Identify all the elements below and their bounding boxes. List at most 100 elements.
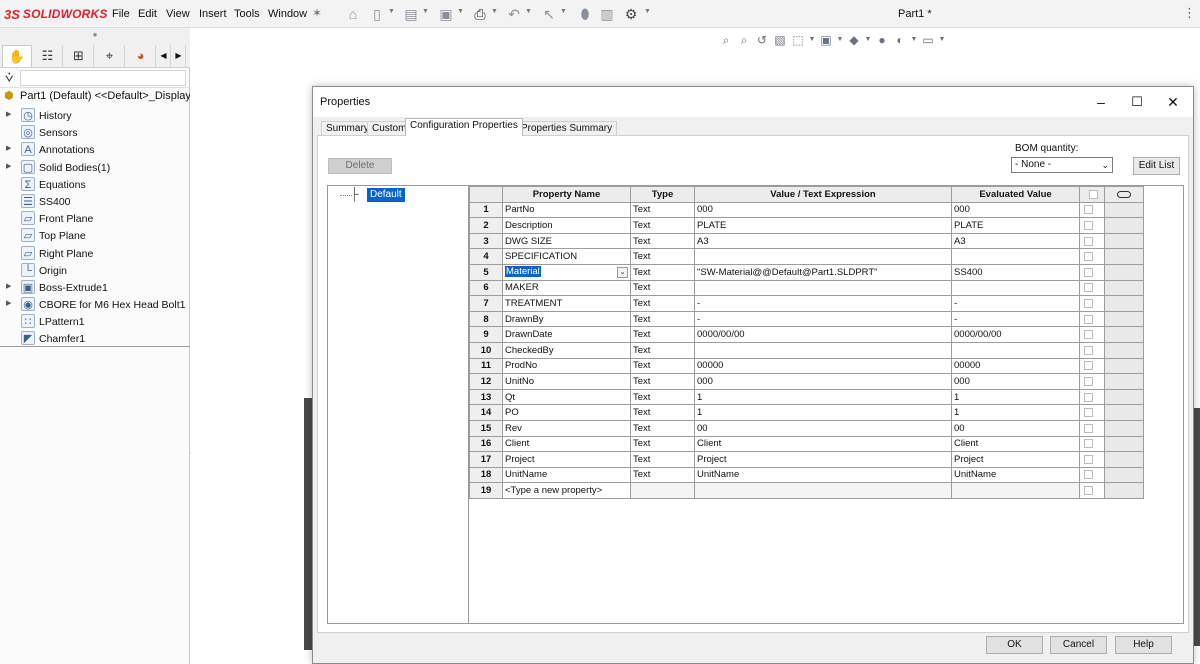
property-name-cell[interactable]: CheckedBy — [502, 341, 631, 359]
edit-appearance-icon[interactable]: ◐ — [892, 32, 908, 48]
expand-arrow-icon[interactable]: ▶ — [6, 144, 11, 152]
tab-configuration-properties[interactable]: Configuration Properties — [405, 118, 523, 136]
row-number[interactable]: 9 — [469, 326, 503, 343]
section-view-icon[interactable]: ▧ — [772, 32, 788, 48]
ok-button[interactable]: OK — [986, 636, 1043, 654]
table-row[interactable]: 11 ProdNo Text 00000 00000 — [469, 357, 1144, 375]
options-icon[interactable]: ⚙ — [622, 5, 640, 23]
checkbox-cell[interactable] — [1079, 217, 1105, 234]
tab-summary[interactable]: Summary — [321, 121, 374, 136]
type-cell[interactable]: Text — [630, 248, 695, 265]
chevron-down-icon[interactable]: ▼ — [644, 8, 651, 15]
minimize-icon[interactable]: – — [1084, 91, 1118, 113]
property-name-cell[interactable]: Description — [502, 217, 631, 234]
type-cell[interactable]: Text — [630, 451, 695, 468]
table-row[interactable]: 10 CheckedBy Text — [469, 341, 1144, 359]
type-cell[interactable]: Text — [630, 279, 695, 297]
select-all-checkbox[interactable] — [1088, 189, 1098, 199]
filter-icon[interactable]: ⩒ — [5, 69, 14, 86]
type-cell[interactable]: Text — [630, 404, 695, 421]
type-cell[interactable]: Text — [630, 419, 695, 437]
table-row[interactable]: 7 TREATMENT Text - - — [469, 295, 1144, 312]
menu-file[interactable]: File — [112, 8, 130, 20]
solidworks-logo[interactable]: 3S SOLIDWORKS — [4, 6, 108, 22]
tree-item[interactable]: ▱ Right Plane — [0, 245, 190, 262]
property-name-cell[interactable]: PartNo — [502, 201, 631, 219]
chevron-down-icon[interactable]: ▼ — [910, 32, 918, 48]
tree-item[interactable]: ◎ Sensors — [0, 124, 190, 141]
row-number[interactable]: 15 — [469, 419, 503, 437]
value-cell[interactable]: UnitName — [694, 466, 952, 484]
property-name-cell[interactable]: DrawnDate — [502, 326, 631, 343]
expand-arrow-icon[interactable]: ▶ — [6, 162, 11, 170]
configuration-manager-tab-icon[interactable]: ⊞ — [64, 45, 94, 67]
property-name-cell[interactable]: UnitNo — [502, 373, 631, 390]
table-row[interactable]: 17 Project Text Project Project — [469, 451, 1144, 468]
checkbox-cell[interactable] — [1079, 279, 1105, 297]
row-number[interactable]: 8 — [469, 310, 503, 328]
delete-button[interactable]: Delete — [328, 158, 392, 174]
property-name-cell[interactable]: DrawnBy — [502, 310, 631, 328]
table-row[interactable]: 6 MAKER Text — [469, 279, 1144, 297]
column-header-checkbox[interactable] — [1079, 186, 1105, 203]
type-cell[interactable]: Text — [630, 310, 695, 328]
row-checkbox[interactable] — [1084, 454, 1093, 464]
expand-arrow-icon[interactable]: ▶ — [6, 282, 11, 290]
zoom-to-fit-icon[interactable]: ⌕ — [718, 32, 734, 48]
close-icon[interactable]: ✕ — [1156, 91, 1190, 113]
property-name-cell[interactable]: Project — [502, 451, 631, 468]
tree-item[interactable]: ▶ ◉ CBORE for M6 Hex Head Bolt1 — [0, 296, 190, 313]
value-cell[interactable] — [694, 341, 952, 359]
type-cell[interactable]: Text — [630, 466, 695, 484]
column-header-value[interactable]: Value / Text Expression — [694, 186, 952, 203]
checkbox-cell[interactable] — [1079, 419, 1105, 437]
row-checkbox[interactable] — [1084, 236, 1093, 246]
type-cell[interactable]: Text — [630, 232, 695, 250]
value-cell[interactable]: 000 — [694, 201, 952, 219]
property-name-cell[interactable]: ProdNo — [502, 357, 631, 375]
menu-insert[interactable]: Insert — [199, 8, 227, 20]
property-name-cell[interactable]: PO — [502, 404, 631, 421]
property-name-cell[interactable]: SPECIFICATION — [502, 248, 631, 265]
table-row[interactable]: 5 Material ⌄ Text "SW-Material@@Default@Part… — [469, 263, 1144, 281]
checkbox-cell[interactable] — [1079, 466, 1105, 484]
dynamic-annotation-icon[interactable]: ⬚ — [790, 32, 806, 48]
checkbox-cell[interactable] — [1079, 341, 1105, 359]
expand-arrow-icon[interactable]: ▶ — [6, 110, 11, 118]
column-header-type[interactable]: Type — [630, 186, 695, 203]
checkbox-cell[interactable] — [1079, 326, 1105, 343]
value-cell[interactable]: 1 — [694, 404, 952, 421]
checkbox-cell[interactable] — [1079, 388, 1105, 406]
checkbox-cell[interactable] — [1079, 482, 1105, 499]
chevron-down-icon[interactable]: ▼ — [560, 8, 567, 15]
tree-item[interactable]: └ Origin — [0, 262, 190, 279]
column-header-evaluated-value[interactable]: Evaluated Value — [951, 186, 1080, 203]
property-name-cell[interactable]: TREATMENT — [502, 295, 631, 312]
row-number[interactable]: 10 — [469, 341, 503, 359]
chevron-down-icon[interactable]: ▼ — [491, 8, 498, 15]
tree-filter-input[interactable] — [20, 70, 186, 86]
value-cell[interactable]: PLATE — [694, 217, 952, 234]
type-cell[interactable]: Text — [630, 357, 695, 375]
undo-icon[interactable]: ↶ — [505, 5, 523, 23]
row-checkbox[interactable] — [1084, 220, 1093, 230]
type-cell[interactable]: Text — [630, 435, 695, 453]
table-row[interactable]: 1 PartNo Text 000 000 — [469, 201, 1144, 219]
checkbox-cell[interactable] — [1079, 295, 1105, 312]
tree-item[interactable]: ▶ ▣ Boss-Extrude1 — [0, 279, 190, 296]
value-cell[interactable]: Project — [694, 451, 952, 468]
row-checkbox[interactable] — [1084, 392, 1093, 402]
more-icon[interactable]: ⋮ — [1183, 5, 1196, 21]
chevron-down-icon[interactable]: ▼ — [864, 32, 872, 48]
file-properties-icon[interactable]: ▥ — [598, 5, 616, 23]
chevron-down-icon[interactable]: ⌄ — [617, 267, 628, 279]
chevron-down-icon[interactable]: ▼ — [525, 8, 532, 15]
part-root-node[interactable]: ⬢ Part1 (Default) <<Default>_Display Sta… — [0, 88, 190, 105]
row-number[interactable]: 11 — [469, 357, 503, 375]
property-name-cell[interactable]: Client — [502, 435, 631, 453]
row-number[interactable]: 14 — [469, 404, 503, 421]
new-property-input[interactable]: <Type a new property> — [502, 482, 631, 499]
table-row[interactable]: 3 DWG SIZE Text A3 A3 — [469, 232, 1144, 250]
property-name-cell[interactable]: DWG SIZE — [502, 232, 631, 250]
expand-arrow-icon[interactable]: ▶ — [6, 299, 11, 307]
